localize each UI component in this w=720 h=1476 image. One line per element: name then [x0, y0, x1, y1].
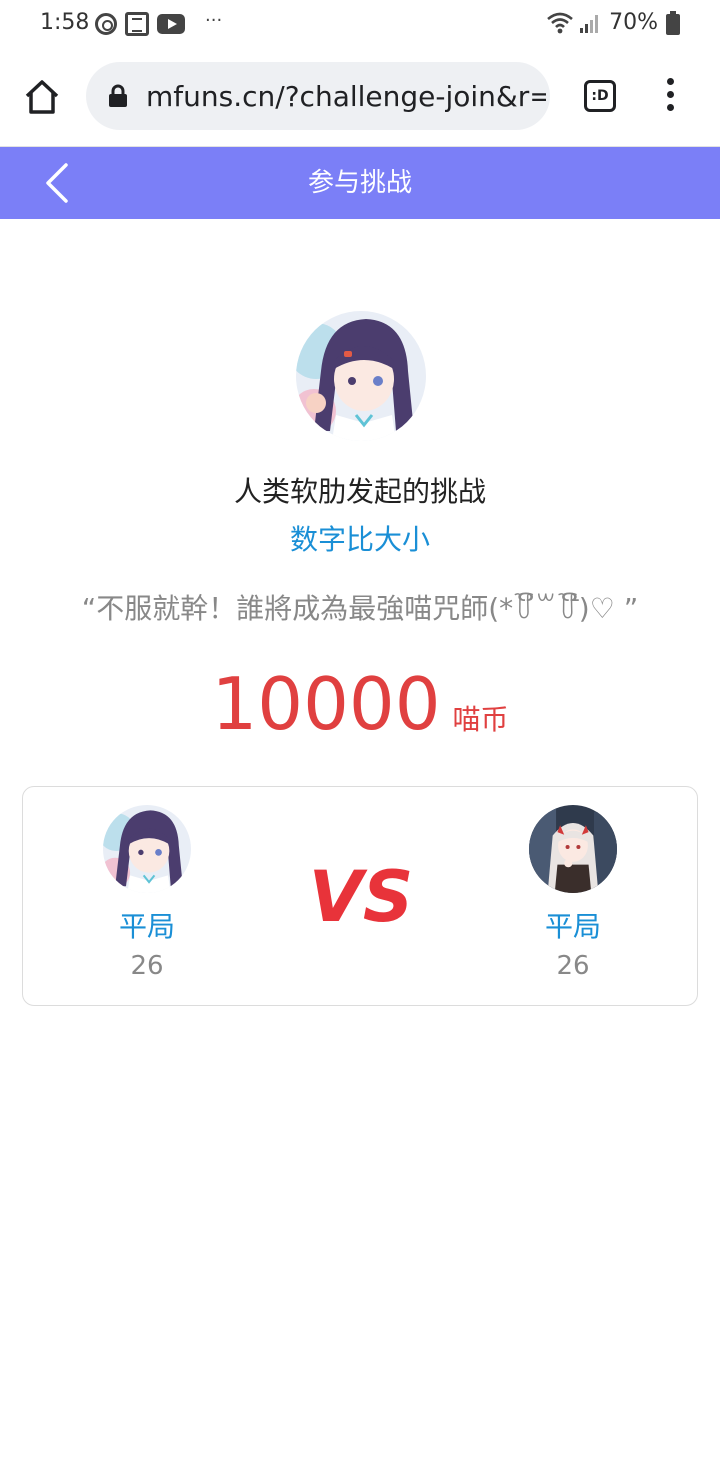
- challenge-slogan: “不服就幹！誰將成為最強喵咒師(*꒦ິ꒳꒦ີ)♡ ”: [81, 592, 639, 625]
- match-card: 平局 26 VS 平局 26: [22, 786, 698, 1006]
- stake-amount: 10000: [211, 662, 441, 746]
- back-button[interactable]: [40, 161, 76, 205]
- system-icons: 70%: [547, 10, 680, 35]
- menu-dot-icon: [666, 78, 674, 85]
- youtube-icon: [157, 14, 185, 34]
- app-header: 参与挑战: [0, 147, 720, 219]
- news-icon: [125, 12, 149, 36]
- player-left: 平局 26: [67, 805, 227, 981]
- player-right-score: 26: [556, 951, 590, 981]
- page-title: 参与挑战: [307, 168, 412, 198]
- player-left-score: 26: [130, 951, 164, 981]
- vs-logo: VS: [309, 855, 414, 938]
- player-left-avatar[interactable]: [103, 805, 191, 893]
- menu-dot-icon: [666, 104, 674, 111]
- signal-icon: [579, 12, 601, 34]
- player-right-avatar[interactable]: [529, 805, 617, 893]
- wifi-icon: [547, 12, 573, 34]
- player-right: 平局 26: [493, 805, 653, 981]
- menu-dot-icon: [666, 91, 674, 98]
- vs-text: VS: [311, 856, 411, 935]
- netease-music-icon: [95, 13, 117, 35]
- url-text[interactable]: mfuns.cn/?challenge-join&r=: [146, 80, 546, 113]
- player-left-result: 平局: [118, 910, 175, 943]
- battery-percent: 70%: [609, 10, 658, 35]
- status-bar: 1:58 ··· 70%: [0, 0, 720, 48]
- more-notifications-icon: ···: [205, 9, 223, 31]
- address-bar[interactable]: mfuns.cn/?challenge-join&r=: [86, 62, 550, 130]
- game-name-link[interactable]: 数字比大小: [0, 518, 720, 558]
- challenger-line: 人类软肋发起的挑战: [233, 475, 486, 508]
- battery-icon: [666, 10, 680, 35]
- status-time: 1:58: [40, 10, 90, 35]
- home-icon: [25, 80, 59, 114]
- stake-row: 10000 喵币: [0, 662, 720, 746]
- tab-switcher-button[interactable]: :D: [584, 80, 616, 112]
- browser-toolbar: mfuns.cn/?challenge-join&r= :D: [0, 48, 720, 147]
- chevron-left-icon: [46, 163, 68, 203]
- challenger-avatar: [296, 311, 426, 441]
- stake-unit: 喵币: [452, 703, 509, 736]
- notification-icons: ···: [95, 10, 222, 38]
- home-button[interactable]: [22, 77, 62, 117]
- player-right-result: 平局: [544, 910, 601, 943]
- browser-menu-button[interactable]: [662, 78, 678, 114]
- lock-icon: [108, 84, 128, 108]
